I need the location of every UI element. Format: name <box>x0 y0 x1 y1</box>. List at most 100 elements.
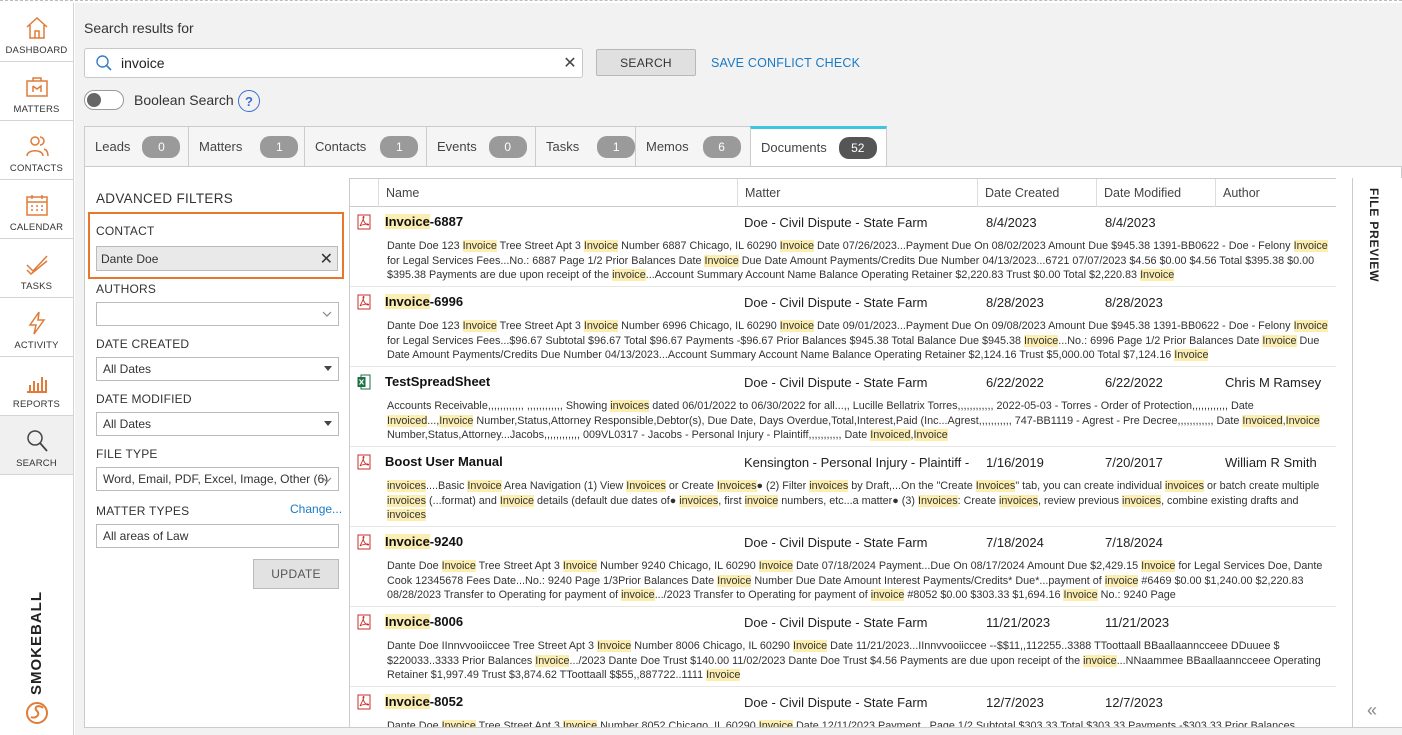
nav-contacts[interactable]: CONTACTS <box>0 121 73 180</box>
pdf-file-icon <box>357 294 371 310</box>
date-modified-select[interactable]: All Dates <box>96 412 339 436</box>
search-highlight: Invoice <box>758 560 793 572</box>
save-conflict-check-link[interactable]: SAVE CONFLICT CHECK <box>711 56 860 70</box>
document-name[interactable]: Invoice-8006 <box>385 614 463 629</box>
nav-dashboard[interactable]: DASHBOARD <box>0 3 73 62</box>
document-name[interactable]: Invoice-9240 <box>385 534 463 549</box>
search-value[interactable]: invoice <box>121 55 558 71</box>
document-matter[interactable]: Doe - Civil Dispute - State Farm <box>744 295 974 310</box>
search-input[interactable]: invoice ✕ <box>84 48 583 78</box>
contact-chip[interactable]: Dante Doe ✕ <box>96 246 338 271</box>
search-highlight: Invoice <box>583 320 619 332</box>
search-highlight: invoice <box>621 589 655 601</box>
nav-search[interactable]: SEARCH <box>0 416 73 475</box>
search-icon <box>96 55 112 71</box>
document-name[interactable]: Invoice-6996 <box>385 294 463 309</box>
file-preview-panel[interactable]: FILE PREVIEW « <box>1352 178 1402 727</box>
search-highlight: Invoice <box>1293 240 1328 252</box>
column-header-matter[interactable]: Matter <box>737 179 977 207</box>
authors-select[interactable] <box>96 302 339 326</box>
search-highlight: Invoice <box>562 720 598 727</box>
matter-types-field[interactable]: All areas of Law <box>96 524 339 548</box>
search-highlight: invoice <box>744 494 779 507</box>
search-highlight: Invoices <box>626 480 666 492</box>
nav-matters[interactable]: MATTERS <box>0 62 73 121</box>
tab-events[interactable]: Events 0 <box>426 126 536 166</box>
document-name[interactable]: Boost User Manual <box>385 454 503 469</box>
date-created-select[interactable]: All Dates <box>96 357 339 381</box>
file-type-label: FILE TYPE <box>96 447 158 461</box>
document-name[interactable]: Invoice-6887 <box>385 214 463 229</box>
remove-contact-icon[interactable]: ✕ <box>320 249 333 269</box>
column-header-author[interactable]: Author <box>1215 179 1336 207</box>
nav-label: SEARCH <box>16 458 57 469</box>
table-row[interactable]: Invoice-9240 Doe - Civil Dispute - State … <box>350 527 1336 607</box>
document-matter[interactable]: Doe - Civil Dispute - State Farm <box>744 695 974 710</box>
tab-contacts[interactable]: Contacts 1 <box>304 126 427 166</box>
document-matter[interactable]: Doe - Civil Dispute - State Farm <box>744 615 974 630</box>
search-highlight: Invoiced <box>870 429 911 441</box>
expand-preview-icon[interactable]: « <box>1367 700 1377 721</box>
tab-matters[interactable]: Matters 1 <box>188 126 305 166</box>
nav-reports[interactable]: REPORTS <box>0 357 73 416</box>
calendar-icon <box>25 195 48 216</box>
tab-tasks[interactable]: Tasks 1 <box>535 126 636 166</box>
document-matter[interactable]: Kensington - Personal Injury - Plaintiff… <box>744 455 974 470</box>
search-highlight: Invoices <box>975 480 1016 492</box>
document-name[interactable]: TestSpreadSheet <box>385 374 490 389</box>
document-date-created: 8/28/2023 <box>986 295 1044 310</box>
search-highlight: invoices <box>387 509 427 521</box>
search-highlight: Invoice <box>1141 560 1176 572</box>
nav-label: DASHBOARD <box>5 45 68 56</box>
document-matter[interactable]: Doe - Civil Dispute - State Farm <box>744 375 974 390</box>
document-matter[interactable]: Doe - Civil Dispute - State Farm <box>744 215 974 230</box>
contact-label: CONTACT <box>96 224 155 238</box>
search-highlight: Invoice <box>441 560 476 572</box>
table-row[interactable]: Invoice-6887 Doe - Civil Dispute - State … <box>350 207 1336 287</box>
search-highlight: Invoice <box>597 640 632 652</box>
nav-activity[interactable]: ACTIVITY <box>0 298 73 357</box>
document-name[interactable]: Invoice-8052 <box>385 694 463 709</box>
search-button[interactable]: SEARCH <box>596 49 696 76</box>
search-highlight: Invoice <box>385 694 430 709</box>
help-icon[interactable]: ? <box>238 90 260 112</box>
table-row[interactable]: Invoice-6996 Doe - Civil Dispute - State … <box>350 287 1336 367</box>
file-type-select[interactable]: Word, Email, PDF, Excel, Image, Other (6… <box>96 467 339 491</box>
update-button[interactable]: UPDATE <box>253 559 339 589</box>
search-highlight: invoice <box>1104 574 1139 587</box>
table-row[interactable]: TestSpreadSheet Doe - Civil Dispute - Sta… <box>350 367 1336 447</box>
boolean-search-toggle[interactable] <box>84 90 124 110</box>
column-header-date-modified[interactable]: Date Modified <box>1096 179 1216 207</box>
table-row[interactable]: Invoice-8006 Doe - Civil Dispute - State … <box>350 607 1336 687</box>
document-snippet: Dante Doe IInnvvooiiccee Tree Street Apt… <box>387 640 1321 681</box>
document-matter[interactable]: Doe - Civil Dispute - State Farm <box>744 535 974 550</box>
column-header-date-created[interactable]: Date Created <box>977 179 1097 207</box>
search-highlight: Invoice <box>385 294 430 309</box>
table-row[interactable]: Invoice-8052 Doe - Civil Dispute - State … <box>350 687 1336 727</box>
nav-tasks[interactable]: TASKS <box>0 239 73 298</box>
matter-types-label: MATTER TYPES <box>96 504 190 518</box>
date-created-value: All Dates <box>103 362 152 376</box>
clear-search-icon[interactable]: ✕ <box>558 53 582 73</box>
tab-leads[interactable]: Leads 0 <box>84 126 189 166</box>
nav-calendar[interactable]: CALENDAR <box>0 180 73 239</box>
search-highlight: invoices <box>679 494 719 507</box>
document-date-created: 6/22/2022 <box>986 375 1044 390</box>
document-snippet: Dante Doe Invoice Tree Street Apt 3 Invo… <box>387 719 1332 727</box>
tab-memos[interactable]: Memos 6 <box>635 126 751 166</box>
change-matter-types-link[interactable]: Change... <box>290 502 342 516</box>
chevron-down-icon <box>322 311 332 317</box>
tab-documents[interactable]: Documents 52 <box>750 126 887 166</box>
search-highlight: invoices <box>610 400 650 412</box>
tab-label: Matters <box>199 139 243 154</box>
search-highlight: Invoice <box>792 640 828 652</box>
table-row[interactable]: Boost User Manual Kensington - Personal I… <box>350 447 1336 527</box>
tab-count-badge: 1 <box>597 135 636 158</box>
column-header-name[interactable]: Name <box>378 179 738 207</box>
search-highlight: Invoice <box>1293 320 1328 332</box>
document-date-created: 8/4/2023 <box>986 215 1037 230</box>
nav-label: TASKS <box>20 281 53 292</box>
house-icon <box>25 16 48 39</box>
search-highlight: Invoices <box>716 480 757 492</box>
boolean-search-label: Boolean Search <box>134 92 234 108</box>
